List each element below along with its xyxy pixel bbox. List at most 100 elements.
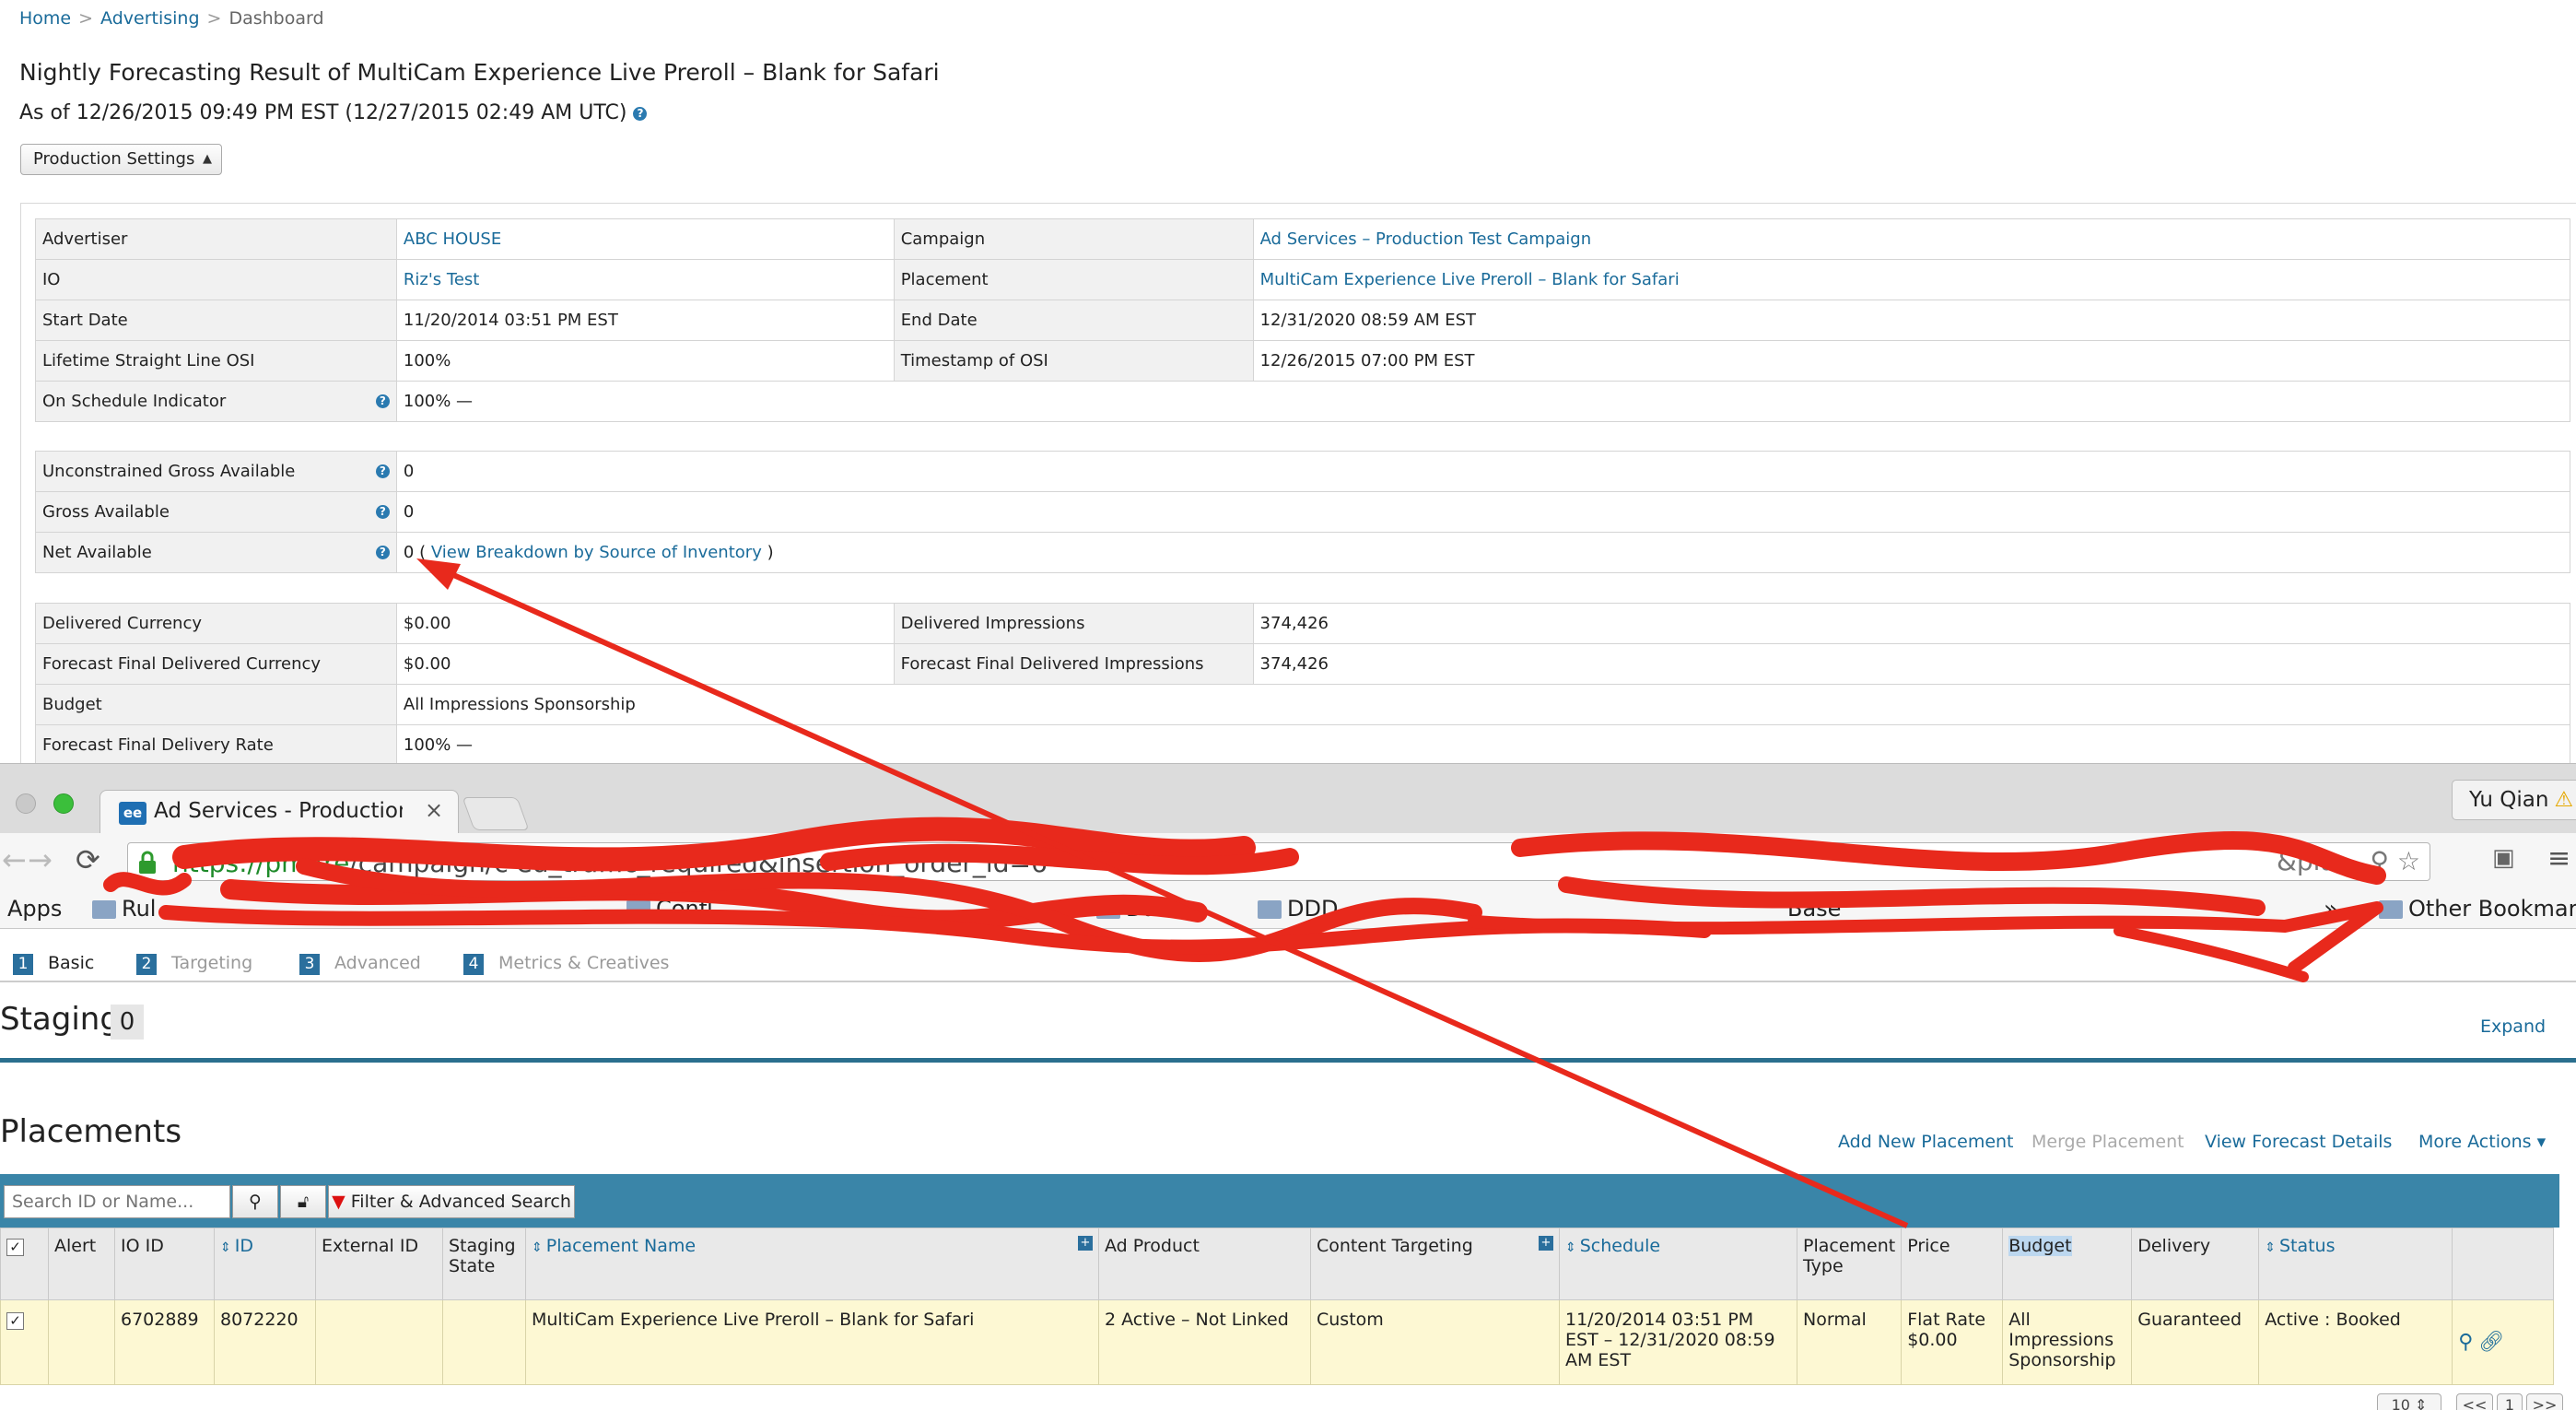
breadcrumb-advertising-link[interactable]: Advertising (100, 8, 199, 29)
sort-icon: ⇕ (532, 1240, 543, 1255)
step-label: Basic (48, 953, 95, 973)
col-content-targeting[interactable]: Content Targeting + (1310, 1228, 1560, 1300)
expand-column-icon[interactable]: + (1539, 1236, 1553, 1251)
campaign-value: Ad Services – Production Test Campaign (1252, 218, 2571, 260)
table-row: Budget All Impressions Sponsorship (35, 684, 2571, 725)
view-forecast-link[interactable]: View Forecast Details (2205, 1132, 2392, 1152)
bookmark-apps[interactable]: Apps (7, 896, 62, 922)
lock-icon (139, 851, 156, 874)
bookmark-other[interactable]: Other Bookmarks (2379, 896, 2576, 922)
add-placement-link[interactable]: Add New Placement (1838, 1132, 2014, 1152)
col-staging-state[interactable]: Staging State (442, 1228, 526, 1300)
settings-select[interactable]: Production Settings ▲ (20, 144, 222, 175)
unconstrained-gross-label: Unconstrained Gross Available (42, 462, 296, 481)
help-icon[interactable]: ? (633, 106, 648, 121)
bookmark-folder[interactable]: Rul (92, 896, 156, 922)
step-targeting[interactable]: 2 Targeting (136, 953, 252, 975)
col-io-id[interactable]: IO ID (114, 1228, 215, 1300)
address-bar[interactable]: https://pm.fre/campaign/c ed_traffic_req… (127, 842, 2430, 881)
filter-button[interactable]: ▼ Filter & Advanced Search (328, 1185, 575, 1218)
forward-icon[interactable]: → (28, 842, 53, 877)
schedule-cell: 11/20/2014 03:51 PM EST – 12/31/2020 08:… (1559, 1299, 1797, 1385)
col-placement-type[interactable]: Placement Type (1796, 1228, 1903, 1300)
ad-product-cell: 2 Active – Not Linked (1098, 1299, 1311, 1385)
col-status[interactable]: ⇕ Status (2258, 1228, 2453, 1300)
campaign-link[interactable]: Ad Services – Production Test Campaign (1260, 229, 1592, 249)
help-icon[interactable]: ? (375, 546, 390, 559)
col-delivery[interactable]: Delivery (2131, 1228, 2260, 1300)
table-row: IO Riz's Test Placement MultiCam Experie… (35, 259, 2571, 300)
col-price[interactable]: Price (1901, 1228, 2004, 1300)
page-size-select[interactable]: 10 ⇕ (2377, 1393, 2441, 1410)
io-link[interactable]: Riz's Test (404, 270, 479, 289)
col-schedule[interactable]: ⇕ Schedule (1559, 1228, 1797, 1300)
reload-icon[interactable]: ⟳ (76, 842, 100, 877)
table-row: Advertiser ABC HOUSE Campaign Ad Service… (35, 218, 2571, 260)
col-ad-product[interactable]: Ad Product (1098, 1228, 1311, 1300)
col-external-id[interactable]: External ID (315, 1228, 443, 1300)
close-icon[interactable]: × (425, 797, 443, 823)
row-checkbox[interactable]: ✓ (6, 1312, 24, 1330)
placements-title: Placements (0, 1113, 182, 1150)
col-budget[interactable]: Budget (2002, 1228, 2133, 1300)
help-icon[interactable]: ? (375, 464, 390, 478)
gross-available-value: 0 (395, 491, 2571, 533)
delivered-currency-value: $0.00 (395, 603, 895, 644)
start-date-label: Start Date (35, 300, 397, 341)
bookmark-folder[interactable]: Dar (1096, 896, 1165, 922)
step-metrics[interactable]: 4 Metrics & Creatives (463, 953, 669, 975)
help-icon[interactable]: ? (375, 505, 390, 519)
unlock-icon[interactable]: 🔓︎ (280, 1185, 326, 1218)
schedule-indicator-value: 100% — (395, 381, 2571, 422)
placement-info-table: Advertiser ABC HOUSE Campaign Ad Service… (35, 218, 2571, 422)
step-label: Targeting (171, 953, 253, 973)
step-advanced[interactable]: 3 Advanced (299, 953, 421, 975)
extension-icon[interactable]: ▣ (2492, 844, 2515, 872)
menu-icon[interactable]: ≡ (2547, 842, 2570, 875)
profile-button[interactable]: Yu Qian ⚠ (2452, 780, 2576, 820)
back-icon[interactable]: ← (2, 842, 27, 877)
bookmark-folder[interactable]: Base (1787, 896, 1841, 922)
placement-link[interactable]: MultiCam Experience Live Preroll – Blank… (1260, 270, 1680, 289)
col-alert[interactable]: Alert (48, 1228, 115, 1300)
select-all-checkbox[interactable]: ✓ (6, 1239, 24, 1256)
col-actions (2452, 1228, 2555, 1300)
view-breakdown-link[interactable]: View Breakdown by Source of Inventory (431, 543, 762, 562)
expand-link[interactable]: Expand (2480, 1016, 2546, 1037)
col-placement-name[interactable]: ⇕ Placement Name + (525, 1228, 1099, 1300)
url-scheme: https://pm.fre (172, 848, 350, 878)
zoom-window-button[interactable] (53, 793, 74, 814)
help-icon[interactable]: ? (375, 394, 390, 408)
browser-tab[interactable]: ee Ad Services - Production T × (100, 790, 459, 834)
table-row: Lifetime Straight Line OSI 100% Timestam… (35, 340, 2571, 382)
gross-available-label-cell: Gross Available? (35, 491, 397, 533)
prev-page-button[interactable]: << (2456, 1393, 2493, 1410)
star-icon[interactable]: ☆ (2397, 846, 2420, 876)
link-icon[interactable]: 🔗︎ (2478, 1331, 2504, 1354)
bookmark-folder[interactable]: DDD (1258, 896, 1338, 922)
search-icon[interactable]: ⚲ (232, 1185, 278, 1218)
breadcrumb-home-link[interactable]: Home (19, 8, 71, 29)
budget-label: Budget (35, 684, 397, 725)
more-actions-dropdown[interactable]: More Actions ▾ (2418, 1132, 2546, 1152)
more-bookmarks-chevron[interactable]: » (2324, 896, 2338, 923)
table-row: Forecast Final Delivery Rate 100% — (35, 724, 2571, 766)
row-actions-cell: ⚲ 🔗︎ (2452, 1299, 2555, 1385)
delivered-impressions-label: Delivered Impressions (893, 603, 1254, 644)
search-icon[interactable]: ⚲ (2370, 846, 2389, 876)
end-date-label: End Date (893, 300, 1254, 341)
new-tab-button[interactable] (462, 797, 530, 830)
row-select-cell: ✓ (0, 1299, 49, 1385)
filter-icon: ▼ (332, 1192, 345, 1212)
advertiser-link[interactable]: ABC HOUSE (404, 229, 501, 249)
col-id[interactable]: ⇕ ID (214, 1228, 316, 1300)
zoom-icon[interactable]: ⚲ (2458, 1331, 2473, 1354)
expand-column-icon[interactable]: + (1078, 1236, 1093, 1251)
next-page-button[interactable]: >> (2526, 1393, 2563, 1410)
table-row[interactable]: ✓ 6702889 8072220 MultiCam Experience Li… (0, 1299, 2555, 1385)
close-window-button[interactable] (16, 793, 36, 814)
step-basic[interactable]: 1 Basic (13, 953, 94, 975)
bookmark-folder[interactable]: Confl (626, 896, 713, 922)
placement-name-cell[interactable]: MultiCam Experience Live Preroll – Blank… (525, 1299, 1099, 1385)
search-input[interactable] (4, 1185, 230, 1218)
